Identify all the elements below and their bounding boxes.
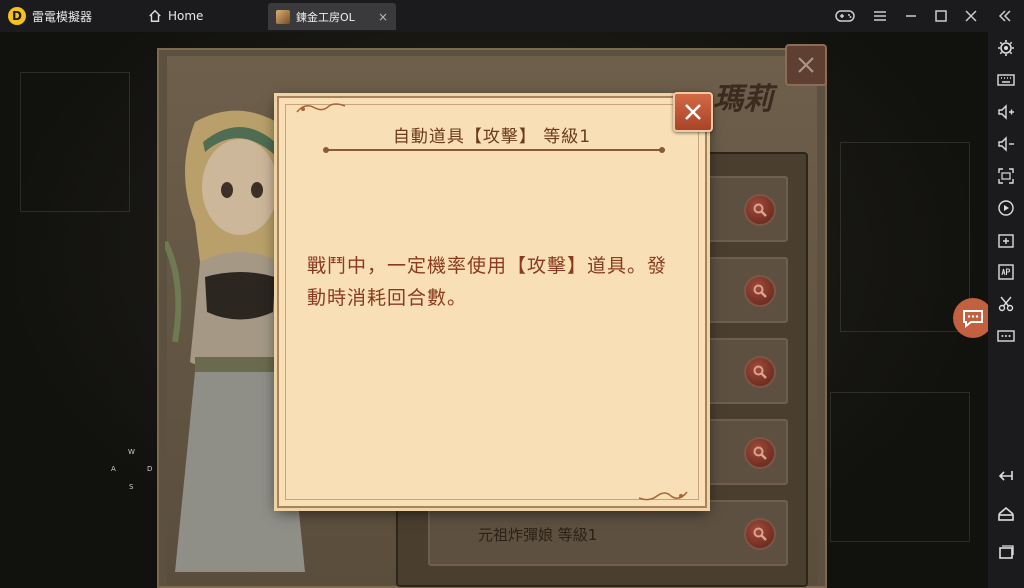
list-item-label: 元祖炸彈娘 等級1 [478, 526, 598, 544]
emulator-titlebar: D 雷電模擬器 Home 鍊金工房OL × [0, 0, 1024, 32]
android-home-button[interactable] [994, 502, 1018, 526]
panel-close-button[interactable] [785, 44, 827, 86]
emulator-logo-icon: D [8, 7, 26, 25]
game-viewport[interactable]: W A D S 瑪莉 元祖炸彈娘 等級1 自動道具【攻擊】 等級1 戰鬥中，一定… [0, 32, 988, 588]
menu-icon [874, 11, 886, 21]
app-name: 雷電模擬器 [32, 10, 93, 24]
more-button[interactable] [994, 324, 1018, 348]
inspect-button[interactable] [744, 437, 776, 469]
close-button[interactable] [958, 4, 984, 28]
fullscreen-icon [998, 168, 1014, 184]
volume-up-button[interactable] [994, 100, 1018, 124]
magnifier-icon [753, 284, 767, 298]
background-pattern [20, 72, 130, 212]
menu-button[interactable] [867, 4, 893, 28]
tab-close-button[interactable]: × [378, 10, 388, 24]
chat-button[interactable] [953, 298, 988, 338]
close-icon [965, 10, 977, 22]
screenshot-button[interactable] [994, 292, 1018, 316]
inspect-button[interactable] [744, 356, 776, 388]
install-apk-button[interactable] [994, 260, 1018, 284]
record-button[interactable] [994, 196, 1018, 220]
magnifier-icon [753, 446, 767, 460]
gamepad-button[interactable] [832, 4, 858, 28]
collapse-sidebar-button[interactable] [992, 4, 1018, 28]
key-down-label: S [129, 483, 134, 491]
close-icon [685, 104, 701, 120]
dialog-title: 自動道具【攻擊】 等級1 [392, 127, 592, 147]
magnifier-icon [753, 365, 767, 379]
tab-game-label: 鍊金工房OL [296, 10, 355, 24]
background-pattern [830, 392, 970, 542]
play-circle-icon [998, 200, 1014, 216]
list-item[interactable]: 元祖炸彈娘 等級1 [428, 500, 788, 566]
inspect-button[interactable] [744, 194, 776, 226]
resolution-button[interactable] [994, 164, 1018, 188]
android-back-button[interactable] [994, 464, 1018, 488]
magnifier-icon [753, 527, 767, 541]
gear-icon [998, 40, 1014, 56]
dialog-description: 戰鬥中，一定機率使用【攻擊】道具。發動時消耗回合數。 [307, 255, 668, 309]
minimize-button[interactable] [898, 4, 924, 28]
keyboard-button[interactable] [994, 68, 1018, 92]
scissors-icon [998, 296, 1014, 312]
key-right-label: D [147, 465, 153, 473]
character-name: 瑪莉 [713, 82, 773, 117]
volume-down-icon [998, 136, 1014, 152]
home-icon [998, 506, 1014, 521]
apk-icon [998, 264, 1014, 280]
android-recents-button[interactable] [994, 540, 1018, 564]
volume-up-icon [998, 104, 1014, 120]
home-icon [149, 9, 161, 22]
maximize-icon [935, 10, 947, 22]
background-pattern [840, 142, 970, 332]
ornament-icon [638, 491, 688, 501]
back-icon [998, 471, 1013, 481]
keyboard-icon [997, 74, 1015, 86]
inspect-button[interactable] [744, 518, 776, 550]
ornament-icon [296, 103, 346, 113]
divider-dot [323, 147, 329, 153]
game-tab-icon [276, 9, 290, 24]
maximize-button[interactable] [928, 4, 954, 28]
dialog-close-button[interactable] [673, 92, 713, 132]
key-up-label: W [128, 448, 135, 456]
inspect-button[interactable] [744, 275, 776, 307]
double-chevron-left-icon [998, 10, 1011, 22]
recents-icon [999, 545, 1014, 559]
key-left-label: A [111, 465, 116, 473]
volume-down-button[interactable] [994, 132, 1018, 156]
emulator-toolbar [988, 32, 1024, 588]
settings-button[interactable] [994, 36, 1018, 60]
tab-home-label: Home [168, 9, 204, 23]
close-icon [798, 57, 814, 73]
magnifier-icon [753, 203, 767, 217]
item-detail-dialog: 自動道具【攻擊】 等級1 戰鬥中，一定機率使用【攻擊】道具。發動時消耗回合數。 [277, 96, 707, 508]
add-window-icon [998, 234, 1014, 248]
tab-home[interactable]: Home [140, 4, 211, 28]
tab-game[interactable]: 鍊金工房OL × [268, 3, 396, 30]
gamepad-icon [835, 10, 855, 22]
title-divider [325, 149, 665, 151]
minimize-icon [906, 15, 916, 17]
add-window-button[interactable] [994, 228, 1018, 252]
chat-icon [963, 310, 983, 329]
more-icon [997, 330, 1015, 342]
divider-dot [659, 147, 665, 153]
